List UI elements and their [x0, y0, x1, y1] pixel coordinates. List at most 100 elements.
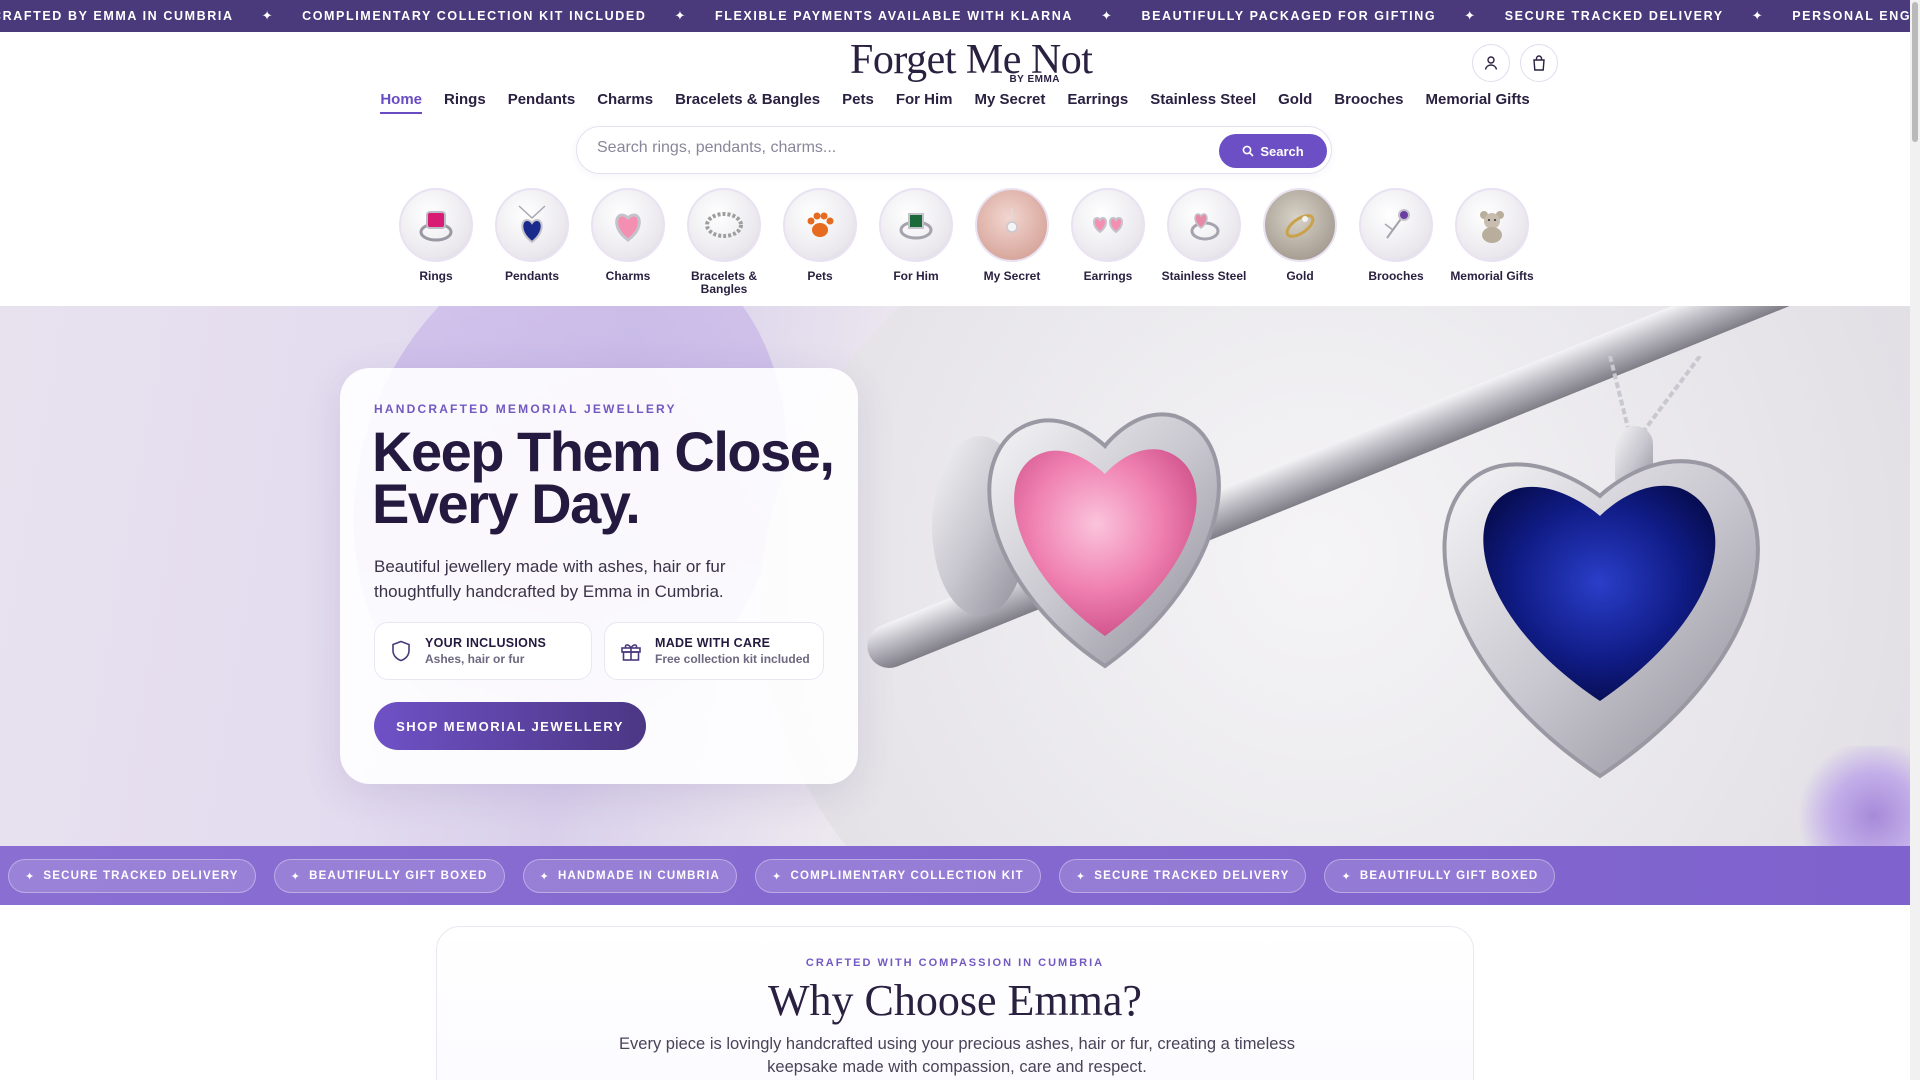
shield-icon — [389, 639, 413, 663]
pill-title: YOUR INCLUSIONS — [425, 636, 547, 650]
pendant-icon — [495, 188, 569, 262]
nav-item-bracelets[interactable]: Bracelets & Bangles — [664, 90, 831, 114]
scrollbar-thumb[interactable] — [1912, 2, 1918, 142]
nav-item-charms[interactable]: Charms — [586, 90, 664, 114]
nav-item-rings[interactable]: Rings — [433, 90, 497, 114]
feature-pill: ✦ BEAUTIFULLY GIFT BOXED — [273, 859, 505, 893]
feature-label: SECURE TRACKED DELIVERY — [43, 870, 239, 882]
sparkle-icon: ✦ — [1075, 870, 1087, 883]
announcement-text: BEAUTIFULLY PACKAGED FOR GIFTING — [1141, 9, 1437, 23]
features-strip: ✦ SECURE TRACKED DELIVERY ✦ BEAUTIFULLY GI… — [0, 846, 1910, 905]
logo-byline: BY EMMA — [1009, 74, 1060, 85]
nav-item-pendants[interactable]: Pendants — [497, 90, 587, 114]
feature-pill: ✦ HANDMADE IN CUMBRIA — [522, 859, 738, 893]
hero-title: Keep Them Close, Every Day. — [372, 420, 835, 535]
feature-label: COMPLIMENTARY COLLECTION KIT — [790, 870, 1024, 882]
announcement-text: CRAFTED BY EMMA IN CUMBRIA — [0, 9, 234, 23]
category-pets[interactable]: Pets — [772, 188, 868, 296]
announcement-text: SECURE TRACKED DELIVERY — [1504, 9, 1724, 23]
feature-pill: ✦ SECURE TRACKED DELIVERY — [1058, 859, 1307, 893]
category-label: Bracelets & Bangles — [690, 269, 758, 296]
nav-item-gold[interactable]: Gold — [1267, 90, 1323, 114]
feature-label: BEAUTIFULLY GIFT BOXED — [1359, 870, 1539, 882]
search-icon — [1242, 145, 1254, 157]
category-gold[interactable]: Gold — [1252, 188, 1348, 296]
nav-item-brooches[interactable]: Brooches — [1323, 90, 1414, 114]
announcement-item: CRAFTED BY EMMA IN CUMBRIA ✦ — [0, 8, 302, 24]
announcement-text: COMPLIMENTARY COLLECTION KIT INCLUDED — [302, 9, 647, 23]
lilac-flower-decoration — [1790, 746, 1910, 846]
search-bar: Search — [576, 126, 1332, 174]
category-label: Pets — [807, 269, 833, 283]
pill-subtitle: Ashes, hair or fur — [425, 652, 525, 666]
category-pendants[interactable]: Pendants — [484, 188, 580, 296]
sparkle-icon: ✦ — [1751, 8, 1765, 23]
bag-icon — [1533, 55, 1545, 71]
bracelet-icon — [687, 188, 761, 262]
category-label: For Him — [893, 269, 939, 283]
pink-heart-charm-image — [932, 412, 1221, 669]
sparkle-icon: ✦ — [1100, 8, 1114, 23]
gold-ring-icon — [1263, 188, 1337, 262]
search-button-label: Search — [1260, 143, 1304, 159]
category-label: Memorial Gifts — [1450, 269, 1534, 283]
category-brooches[interactable]: Brooches — [1348, 188, 1444, 296]
category-rings[interactable]: Rings — [388, 188, 484, 296]
category-my-secret[interactable]: My Secret — [964, 188, 1060, 296]
nav-item-home[interactable]: Home — [380, 90, 423, 114]
nav-item-stainless-steel[interactable]: Stainless Steel — [1139, 90, 1267, 114]
sparkle-icon: ✦ — [674, 8, 687, 23]
category-stainless-steel[interactable]: Stainless Steel — [1156, 188, 1252, 296]
category-carousel: Rings Pendants Charms Bracelets & Bangle… — [388, 188, 1540, 296]
category-bracelets[interactable]: Bracelets & Bangles — [676, 188, 772, 296]
announcement-item: FLEXIBLE PAYMENTS AVAILABLE WITH KLARNA ✦ — [715, 8, 1142, 24]
earring-icon — [1071, 188, 1145, 262]
why-title: Why Choose Emma? — [768, 976, 1142, 1025]
site-logo[interactable]: Forget Me Not BY EMMA — [850, 38, 1093, 86]
feature-pill: ✦ SECURE TRACKED DELIVERY — [8, 859, 256, 893]
blue-heart-pendant-image — [1442, 356, 1760, 779]
category-earrings[interactable]: Earrings — [1060, 188, 1156, 296]
nav-item-pets[interactable]: Pets — [831, 90, 885, 114]
bag-button[interactable] — [1520, 44, 1558, 82]
nav-item-my-secret[interactable]: My Secret — [964, 90, 1057, 114]
account-button[interactable] — [1472, 44, 1510, 82]
gift-icon — [619, 639, 643, 663]
paw-icon — [783, 188, 857, 262]
category-label: Gold — [1286, 269, 1314, 283]
category-for-him[interactable]: For Him — [868, 188, 964, 296]
account-icon — [1484, 56, 1498, 70]
search-button[interactable]: Search — [1219, 134, 1327, 168]
ring-icon — [399, 188, 473, 262]
sparkle-icon: ✦ — [290, 870, 302, 883]
nav-item-earrings[interactable]: Earrings — [1056, 90, 1139, 114]
feature-pill: ✦ BEAUTIFULLY GIFT BOXED — [1324, 859, 1556, 893]
secret-icon — [975, 188, 1049, 262]
hero-banner: HANDCRAFTED MEMORIAL JEWELLERY Keep Them… — [0, 306, 1910, 846]
hero-description: Beautiful jewellery made with ashes, hai… — [374, 557, 726, 601]
category-label: Brooches — [1368, 269, 1424, 283]
hero-card: HANDCRAFTED MEMORIAL JEWELLERY Keep Them… — [340, 368, 858, 784]
sparkle-icon: ✦ — [1341, 870, 1352, 883]
sparkle-icon: ✦ — [261, 8, 275, 23]
category-charms[interactable]: Charms — [580, 188, 676, 296]
page-scrollbar[interactable] — [1910, 0, 1920, 1080]
teddy-icon — [1455, 188, 1529, 262]
category-label: Earrings — [1083, 269, 1133, 283]
category-memorial-gifts[interactable]: Memorial Gifts — [1444, 188, 1540, 296]
announcement-bar: CRAFTED BY EMMA IN CUMBRIA ✦ COMPLIMENTAR… — [0, 0, 1910, 32]
announcement-text: FLEXIBLE PAYMENTS AVAILABLE WITH KLARNA — [714, 9, 1073, 23]
shop-memorial-jewellery-button[interactable]: SHOP MEMORIAL JEWELLERY — [374, 702, 646, 750]
pill-subtitle: Free collection kit included — [655, 652, 810, 666]
inclusions-pill: YOUR INCLUSIONS Ashes, hair or fur — [374, 622, 592, 680]
brooch-icon — [1359, 188, 1433, 262]
nav-item-for-him[interactable]: For Him — [885, 90, 964, 114]
care-pill: MADE WITH CARE Free collection kit inclu… — [604, 622, 824, 680]
announcement-item: BEAUTIFULLY PACKAGED FOR GIFTING ✦ — [1141, 8, 1504, 24]
announcement-text: PERSONAL ENGRAVING AVAILABLE — [1792, 9, 1910, 23]
why-description: Every piece is lovingly handcrafted usin… — [619, 1035, 1295, 1076]
header-actions — [1472, 44, 1558, 82]
nav-item-memorial-gifts[interactable]: Memorial Gifts — [1414, 90, 1540, 114]
search-input[interactable] — [597, 139, 1197, 157]
feature-label: SECURE TRACKED DELIVERY — [1094, 870, 1290, 882]
